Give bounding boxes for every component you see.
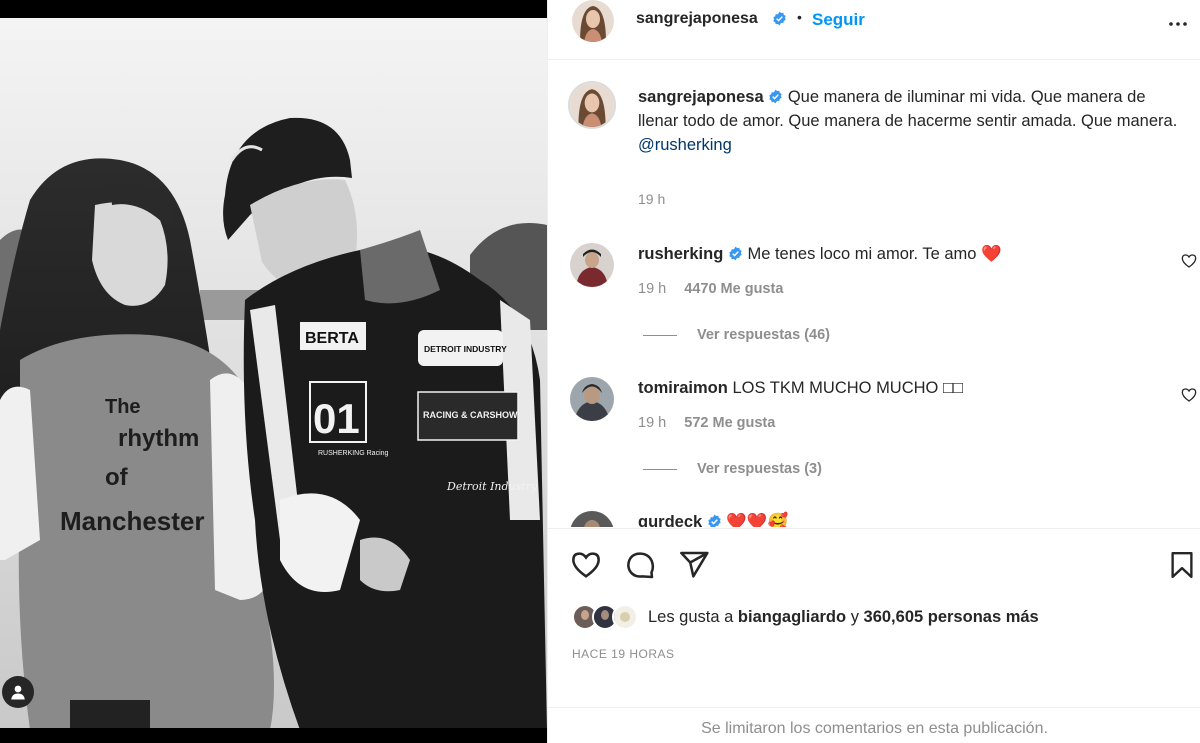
commenter-avatar[interactable]: [570, 243, 614, 287]
view-replies-label: Ver respuestas (46): [697, 327, 830, 343]
comment-emoji: ❤️: [981, 245, 1002, 263]
paper-plane-icon[interactable]: [678, 549, 710, 581]
commenter-avatar-image: [570, 511, 614, 527]
comment-time: 19 h: [638, 281, 667, 297]
replies-divider: [643, 334, 677, 336]
comment-likes[interactable]: 4470 Me gusta: [684, 281, 783, 297]
comment-emoji: □□: [942, 379, 963, 397]
heart-outline-icon[interactable]: [570, 549, 602, 581]
view-replies-button[interactable]: Ver respuestas (3): [643, 461, 822, 477]
user-tag-icon: [11, 685, 25, 700]
caption-username[interactable]: sangrejaponesa: [638, 88, 764, 106]
comments-limited-notice: Se limitaron los comentarios en esta pub…: [548, 707, 1200, 738]
shirt-line-4: Manchester: [60, 506, 205, 536]
jacket-patch-detroit-script: Detroit Industry: [446, 480, 538, 493]
liker-avatar: [612, 604, 638, 630]
post-caption: sangrejaponesa Que manera de iluminar mi…: [638, 85, 1183, 157]
comment-emoji: ❤️❤️🥰: [726, 513, 789, 527]
comment-meta: 19 h 572 Me gusta: [638, 415, 775, 431]
more-horizontal-icon[interactable]: [1166, 12, 1190, 36]
user-tag-button[interactable]: [2, 676, 34, 708]
comment-text: LOS TKM MUCHO MUCHO: [732, 379, 939, 397]
caption-author-avatar[interactable]: [568, 81, 616, 129]
commenter-avatar-image: [570, 377, 614, 421]
comment-text: Me tenes loco mi amor. Te amo: [747, 245, 977, 263]
author-avatar-image: [572, 0, 614, 42]
liker-avatars: [572, 604, 642, 630]
post-header: sangrejaponesa • Seguir: [548, 0, 1200, 60]
view-replies-label: Ver respuestas (3): [697, 461, 822, 477]
post-actions: Les gusta a biangagliardo y 360,605 pers…: [548, 528, 1200, 743]
likes-count[interactable]: 360,605 personas más: [864, 608, 1039, 627]
liker-username[interactable]: biangagliardo: [738, 608, 846, 627]
comments-list[interactable]: sangrejaponesa Que manera de iluminar mi…: [548, 61, 1200, 527]
verified-badge-icon: [773, 11, 786, 26]
comment-bubble-icon[interactable]: [624, 549, 656, 581]
jacket-patch-berta: BERTA: [305, 330, 359, 347]
comment-time: 19 h: [638, 415, 667, 431]
replies-divider: [643, 468, 677, 470]
separator-dot: •: [797, 9, 802, 25]
jacket-number: 01: [313, 395, 360, 442]
comment-like-heart-icon[interactable]: [1181, 253, 1197, 269]
comment-username[interactable]: tomiraimon: [638, 379, 728, 397]
verified-badge-icon: [729, 246, 742, 261]
comment-username[interactable]: rusherking: [638, 245, 723, 263]
shirt-line-2: rhythm: [118, 425, 199, 452]
post-photo[interactable]: The rhythm of Manchester BERTA DETROIT I…: [0, 0, 547, 743]
comment-body: gurdeck ❤️❤️🥰: [638, 513, 788, 527]
comment-like-heart-icon[interactable]: [1181, 387, 1197, 403]
caption-timestamp: 19 h: [638, 191, 666, 207]
commenter-avatar[interactable]: [570, 377, 614, 421]
post-side-panel: sangrejaponesa • Seguir sangrejaponesa Q…: [547, 0, 1200, 743]
post-timestamp[interactable]: HACE 19 HORAS: [572, 647, 675, 661]
jacket-patch-rusherking: RUSHERKING Racing: [318, 450, 389, 457]
likes-connector: y: [850, 607, 859, 626]
post-photo-illustration: The rhythm of Manchester BERTA DETROIT I…: [0, 0, 547, 743]
verified-badge-icon: [769, 89, 782, 104]
comment-username[interactable]: gurdeck: [638, 513, 702, 527]
likes-prefix: Les gusta a: [648, 607, 734, 626]
bookmark-icon[interactable]: [1167, 549, 1197, 581]
comment-body: rusherking Me tenes loco mi amor. Te amo…: [638, 245, 1002, 264]
verified-badge-icon: [708, 514, 721, 527]
commenter-avatar-image: [570, 243, 614, 287]
comment-likes[interactable]: 572 Me gusta: [684, 415, 775, 431]
shirt-line-3: of: [105, 464, 129, 491]
comment-body: tomiraimon LOS TKM MUCHO MUCHO □□: [638, 379, 963, 398]
jacket-patch-racing: RACING & CARSHOW: [423, 410, 518, 420]
shirt-line-1: The: [105, 396, 141, 418]
author-avatar[interactable]: [572, 0, 614, 42]
commenter-avatar[interactable]: [570, 511, 614, 527]
likes-summary: Les gusta a biangagliardo y 360,605 pers…: [572, 604, 1039, 630]
view-replies-button[interactable]: Ver respuestas (46): [643, 327, 830, 343]
caption-mention-link[interactable]: @rusherking: [638, 133, 1183, 157]
author-username[interactable]: sangrejaponesa: [636, 10, 758, 28]
comment-meta: 19 h 4470 Me gusta: [638, 281, 783, 297]
follow-button[interactable]: Seguir: [812, 10, 865, 30]
caption-avatar-image: [570, 83, 614, 127]
jacket-patch-detroit: DETROIT INDUSTRY: [424, 344, 507, 354]
